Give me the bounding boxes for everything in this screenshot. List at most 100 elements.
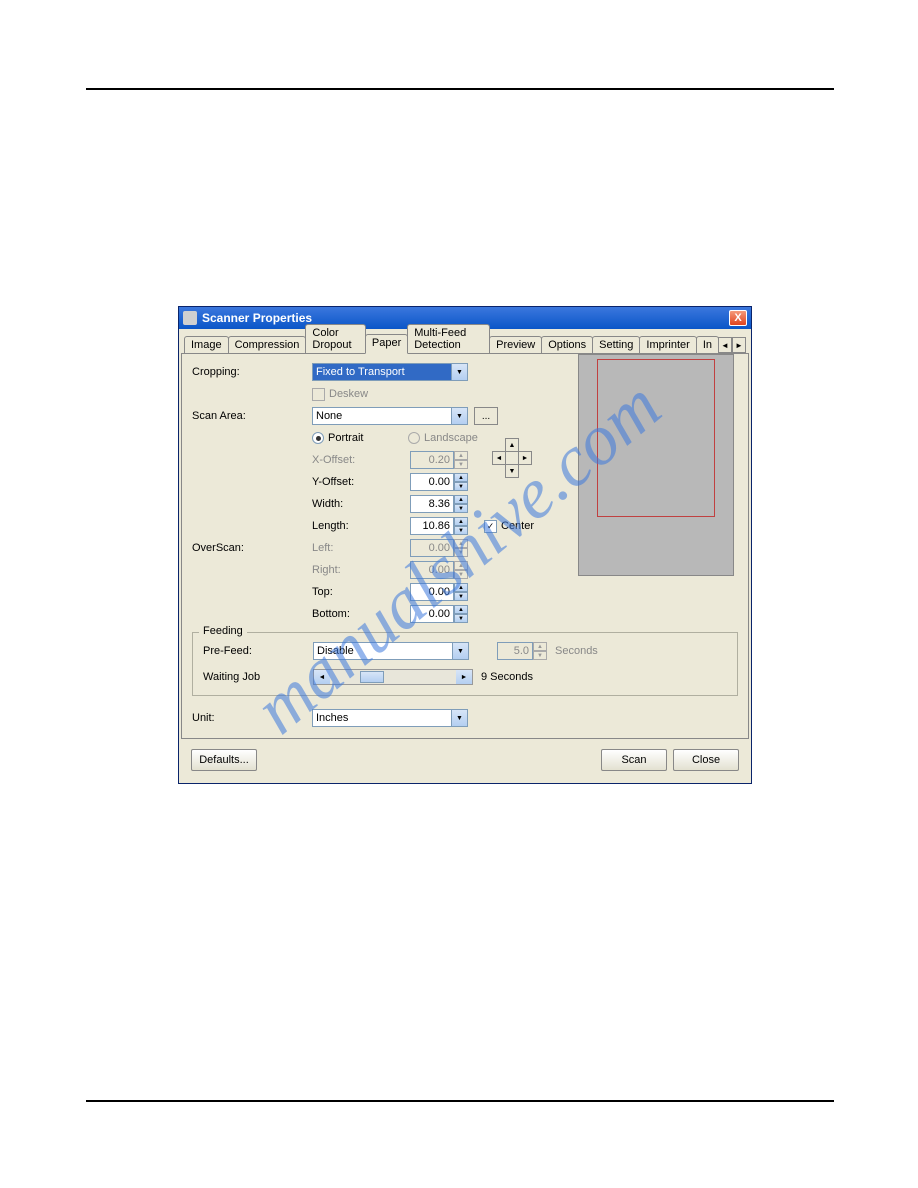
cropping-combo[interactable]: ▼ — [312, 363, 468, 381]
right-label: Right: — [312, 564, 410, 576]
down-arrow-icon[interactable]: ▼ — [454, 614, 468, 623]
down-arrow-icon: ▼ — [454, 570, 468, 579]
length-input[interactable] — [410, 517, 454, 535]
bottom-label: Bottom: — [312, 608, 410, 620]
chevron-down-icon[interactable]: ▼ — [452, 709, 468, 727]
up-arrow-icon: ▲ — [454, 451, 468, 460]
left-spinner: ▲▼ — [410, 539, 468, 557]
x-offset-label: X-Offset: — [312, 454, 410, 466]
top-input[interactable] — [410, 583, 454, 601]
chevron-down-icon[interactable]: ▼ — [453, 642, 469, 660]
dpad-right-icon[interactable]: ► — [518, 451, 532, 465]
up-arrow-icon[interactable]: ▲ — [454, 605, 468, 614]
app-icon — [183, 311, 197, 325]
center-label: Center — [501, 520, 534, 532]
landscape-label: Landscape — [424, 432, 478, 444]
up-arrow-icon[interactable]: ▲ — [454, 583, 468, 592]
x-offset-spinner: ▲▼ — [410, 451, 468, 469]
cropping-label: Cropping: — [192, 366, 312, 378]
footer: Defaults... Scan Close — [181, 739, 749, 781]
up-arrow-icon[interactable]: ▲ — [454, 517, 468, 526]
tab-compression[interactable]: Compression — [228, 336, 307, 354]
bottom-input[interactable] — [410, 605, 454, 623]
chevron-down-icon[interactable]: ▼ — [452, 363, 468, 381]
unit-input[interactable] — [312, 709, 452, 727]
length-label: Length: — [312, 520, 410, 532]
width-spinner[interactable]: ▲▼ — [410, 495, 468, 513]
defaults-button[interactable]: Defaults... — [191, 749, 257, 771]
slider-right-icon[interactable]: ► — [456, 670, 472, 684]
scan-area-label: Scan Area: — [192, 410, 312, 422]
tab-options[interactable]: Options — [541, 336, 593, 354]
tab-multi-feed-detection[interactable]: Multi-Feed Detection — [407, 324, 490, 354]
dpad-left-icon[interactable]: ◄ — [492, 451, 506, 465]
cropping-input[interactable] — [312, 363, 452, 381]
tab-preview[interactable]: Preview — [489, 336, 542, 354]
top-spinner[interactable]: ▲▼ — [410, 583, 468, 601]
scan-area-input[interactable] — [312, 407, 452, 425]
tab-image[interactable]: Image — [184, 336, 229, 354]
seconds-label: Seconds — [555, 645, 598, 657]
tab-setting[interactable]: Setting — [592, 336, 640, 354]
portrait-label: Portrait — [328, 432, 408, 444]
width-input[interactable] — [410, 495, 454, 513]
close-icon[interactable]: X — [729, 310, 747, 326]
tabstrip: Image Compression Color Dropout Paper Mu… — [181, 331, 749, 353]
y-offset-label: Y-Offset: — [312, 476, 410, 488]
scan-button[interactable]: Scan — [601, 749, 667, 771]
preview-pane — [578, 354, 734, 576]
deskew-label: Deskew — [329, 388, 368, 400]
close-button[interactable]: Close — [673, 749, 739, 771]
feeding-group: Feeding Pre-Feed: ▼ ▲▼ Seconds — [192, 632, 738, 696]
right-input — [410, 561, 454, 579]
top-label: Top: — [312, 586, 410, 598]
length-spinner[interactable]: ▲▼ — [410, 517, 468, 535]
unit-label: Unit: — [192, 712, 312, 724]
waiting-job-label: Waiting Job — [203, 671, 313, 683]
pre-feed-combo[interactable]: ▼ — [313, 642, 469, 660]
up-arrow-icon: ▲ — [533, 642, 547, 651]
pre-feed-input[interactable] — [313, 642, 453, 660]
waiting-job-slider[interactable]: ◄ ► — [313, 669, 473, 685]
portrait-radio[interactable] — [312, 432, 324, 444]
up-arrow-icon[interactable]: ▲ — [454, 495, 468, 504]
tab-scroll-right-icon[interactable]: ► — [732, 337, 746, 353]
paper-panel: Cropping: ▼ Deskew Scan Area: ▼ ... — [181, 353, 749, 739]
preview-crop-rect[interactable] — [597, 359, 715, 517]
slider-thumb[interactable] — [360, 671, 384, 683]
unit-combo[interactable]: ▼ — [312, 709, 468, 727]
bottom-spinner[interactable]: ▲▼ — [410, 605, 468, 623]
landscape-radio — [408, 432, 420, 444]
feeding-legend: Feeding — [199, 625, 247, 637]
width-label: Width: — [312, 498, 410, 510]
center-checkbox[interactable]: ✓ — [484, 520, 497, 533]
y-offset-input[interactable] — [410, 473, 454, 491]
window-title: Scanner Properties — [202, 311, 312, 325]
right-spinner: ▲▼ — [410, 561, 468, 579]
tab-color-dropout[interactable]: Color Dropout — [305, 324, 365, 354]
pre-feed-seconds-spinner: ▲▼ — [497, 642, 547, 660]
up-arrow-icon[interactable]: ▲ — [454, 473, 468, 482]
browse-button[interactable]: ... — [474, 407, 498, 425]
chevron-down-icon[interactable]: ▼ — [452, 407, 468, 425]
scanner-properties-window: Scanner Properties X Image Compression C… — [178, 306, 752, 784]
down-arrow-icon[interactable]: ▼ — [454, 482, 468, 491]
pre-feed-seconds-input — [497, 642, 533, 660]
down-arrow-icon[interactable]: ▼ — [454, 504, 468, 513]
slider-left-icon[interactable]: ◄ — [314, 670, 330, 684]
y-offset-spinner[interactable]: ▲▼ — [410, 473, 468, 491]
x-offset-input — [410, 451, 454, 469]
dpad-up-icon[interactable]: ▲ — [505, 438, 519, 452]
client-area: Image Compression Color Dropout Paper Mu… — [179, 329, 751, 783]
down-arrow-icon: ▼ — [454, 548, 468, 557]
scan-area-combo[interactable]: ▼ — [312, 407, 468, 425]
down-arrow-icon[interactable]: ▼ — [454, 592, 468, 601]
down-arrow-icon[interactable]: ▼ — [454, 526, 468, 535]
dpad-down-icon[interactable]: ▼ — [505, 464, 519, 478]
tab-paper[interactable]: Paper — [365, 334, 408, 354]
tab-imprinter[interactable]: Imprinter — [639, 336, 696, 354]
tab-scroll-left-icon[interactable]: ◄ — [718, 337, 732, 353]
page-top-rule — [86, 88, 834, 90]
tab-in[interactable]: In — [696, 336, 719, 354]
down-arrow-icon: ▼ — [533, 651, 547, 660]
